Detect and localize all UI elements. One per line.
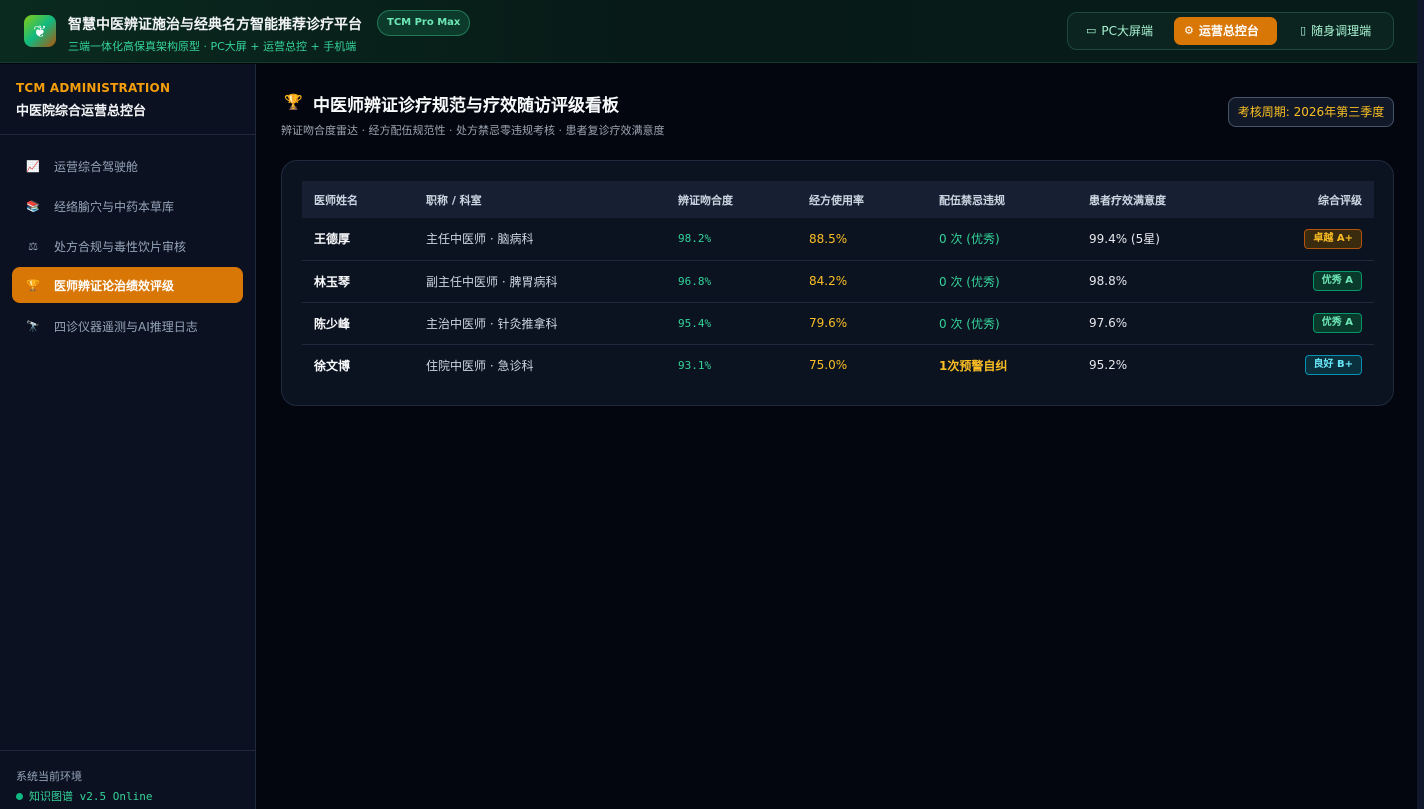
- sidebar-title: 中医院综合运营总控台: [16, 104, 147, 119]
- grade-cell: 卓越 A+: [1227, 218, 1374, 261]
- assessment-period-badge[interactable]: 考核周期: 2026年第三季度: [1228, 97, 1394, 127]
- column-header-satisfaction: 患者疗效满意度: [1089, 193, 1166, 207]
- violation-cell: 0 次 (优秀): [927, 302, 1077, 345]
- divider: [0, 750, 255, 751]
- mobile-icon: ▯: [1300, 24, 1307, 37]
- table-row[interactable]: 王德厚 主任中医师 · 脑病科 98.2% 88.5% 0 次 (优秀) 99.4% (5…: [302, 218, 1374, 261]
- satisfaction-cell: 97.6%: [1077, 302, 1227, 345]
- physician-rating-table: 医师姓名 职称 / 科室 辨证吻合度 经方使用率 配伍禁忌违规 患者疗效满意度 …: [302, 181, 1374, 386]
- trophy-icon: 🏆: [284, 93, 303, 111]
- physician-name-cell: 王德厚: [302, 218, 414, 261]
- column-header-match-rate: 辨证吻合度: [678, 193, 733, 207]
- top-bar: ❦ 智慧中医辨证施治与经典名方智能推荐诊疗平台 TCM Pro Max 三端一体…: [0, 0, 1417, 63]
- mode-label: PC大屏端: [1101, 24, 1154, 38]
- grade-badge: 良好 B+: [1304, 355, 1362, 376]
- online-status-dot-icon: [16, 792, 23, 800]
- violation-cell: 1次预警自纠: [939, 358, 1008, 373]
- sidebar-item-label: 四诊仪器遥测与AI推理日志: [54, 319, 198, 334]
- mode-pc-screen-button[interactable]: ▭ PC大屏端: [1076, 17, 1163, 45]
- column-header-grade: 综合评级: [1318, 193, 1362, 207]
- title-dept-cell: 住院中医师 · 急诊科: [426, 358, 534, 373]
- divider: [0, 134, 255, 135]
- app-title: 智慧中医辨证施治与经典名方智能推荐诊疗平台: [68, 17, 362, 33]
- physician-name-cell: 林玉琴: [302, 260, 414, 303]
- sidebar-item-label: 经络腧穴与中药本草库: [54, 199, 175, 214]
- table-header-row: 医师姓名 职称 / 科室 辨证吻合度 经方使用率 配伍禁忌违规 患者疗效满意度 …: [302, 181, 1374, 218]
- column-header-formula-usage: 经方使用率: [809, 193, 864, 207]
- sidebar-item-operations-cockpit[interactable]: 📈 运营综合驾驶舱: [12, 148, 243, 184]
- sidebar-item-telemetry-ai-log[interactable]: 🔭 四诊仪器遥测与AI推理日志: [12, 308, 243, 344]
- sidebar-item-physician-rating[interactable]: 🏆 医师辨证论治绩效评级: [12, 267, 243, 303]
- column-header-violations: 配伍禁忌违规: [939, 193, 1005, 207]
- mode-mobile-button[interactable]: ▯ 随身调理端: [1290, 17, 1381, 45]
- sidebar-item-meridian-herb-library[interactable]: 📚 经络腧穴与中药本草库: [12, 188, 243, 224]
- physician-name-cell: 徐文博: [314, 358, 351, 373]
- match-rate-cell: 93.1%: [678, 358, 712, 372]
- formula-usage-cell: 84.2%: [797, 260, 927, 303]
- title-dept-cell: 主任中医师 · 脑病科: [414, 218, 666, 261]
- satisfaction-cell: 99.4% (5星): [1077, 218, 1227, 261]
- grade-badge: 卓越 A+: [1304, 228, 1362, 249]
- column-header-title-dept: 职称 / 科室: [426, 193, 482, 207]
- column-header-name: 医师姓名: [314, 193, 358, 207]
- mode-switcher: ▭ PC大屏端 ⚙ 运营总控台 ▯ 随身调理端: [1067, 12, 1394, 50]
- scrollbar[interactable]: [1417, 0, 1424, 809]
- environment-label: 系统当前环境: [16, 770, 82, 783]
- sidebar-item-label: 医师辨证论治绩效评级: [54, 278, 175, 293]
- match-rate-cell: 98.2%: [666, 218, 797, 261]
- physician-name-cell: 陈少峰: [302, 302, 414, 345]
- telescope-icon: 🔭: [26, 319, 40, 333]
- mode-operations-console-button[interactable]: ⚙ 运营总控台: [1174, 17, 1277, 45]
- grade-badge: 优秀 A: [1312, 271, 1362, 291]
- sidebar-item-label: 运营综合驾驶舱: [54, 159, 139, 174]
- page-subtitle: 辨证吻合度雷达 · 经方配伍规范性 · 处方禁忌零违规考核 · 患者复诊疗效满意…: [281, 124, 665, 137]
- gear-icon: ⚙: [1184, 24, 1194, 37]
- grade-cell: 优秀 A: [1227, 302, 1374, 345]
- scales-icon: ⚖: [28, 239, 38, 253]
- environment-status: 知识图谱 v2.5 Online: [16, 788, 152, 804]
- rating-table-card: 医师姓名 职称 / 科室 辨证吻合度 经方使用率 配伍禁忌违规 患者疗效满意度 …: [281, 160, 1394, 406]
- sidebar-item-label: 处方合规与毒性饮片审核: [54, 239, 187, 254]
- environment-status-text: 知识图谱 v2.5 Online: [29, 790, 153, 803]
- mode-label: 随身调理端: [1311, 24, 1372, 38]
- table-row[interactable]: 陈少峰 主治中医师 · 针灸推拿科 95.4% 79.6% 0 次 (优秀) 97.6% 优…: [302, 302, 1374, 345]
- satisfaction-cell: 95.2%: [1089, 358, 1128, 373]
- monitor-icon: ▭: [1086, 24, 1097, 37]
- formula-usage-cell: 75.0%: [809, 358, 848, 373]
- match-rate-cell: 96.8%: [666, 260, 797, 303]
- match-rate-cell: 95.4%: [666, 302, 797, 345]
- title-dept-cell: 副主任中医师 · 脾胃病科: [414, 260, 666, 303]
- app-subtitle: 三端一体化高保真架构原型 · PC大屏 + 运营总控 + 手机端: [68, 40, 357, 53]
- violation-cell: 0 次 (优秀): [927, 218, 1077, 261]
- table-row[interactable]: 徐文博 住院中医师 · 急诊科 93.1% 75.0% 1次预警自纠 95.2% 良好 B+: [302, 344, 1374, 386]
- title-dept-cell: 主治中医师 · 针灸推拿科: [414, 302, 666, 345]
- chart-icon: 📈: [26, 159, 40, 173]
- sidebar-kicker: TCM ADMINISTRATION: [16, 81, 171, 95]
- grade-cell: 良好 B+: [1227, 344, 1374, 386]
- violation-cell: 0 次 (优秀): [927, 260, 1077, 303]
- grade-cell: 优秀 A: [1227, 260, 1374, 303]
- books-icon: 📚: [26, 199, 40, 213]
- herb-leaf-icon: ❦: [24, 15, 56, 47]
- formula-usage-cell: 79.6%: [797, 302, 927, 345]
- page-title: 中医师辨证诊疗规范与疗效随访评级看板: [313, 96, 619, 116]
- formula-usage-cell: 88.5%: [797, 218, 927, 261]
- table-row[interactable]: 林玉琴 副主任中医师 · 脾胃病科 96.8% 84.2% 0 次 (优秀) 98.8% 优…: [302, 260, 1374, 303]
- version-badge: TCM Pro Max: [377, 10, 471, 36]
- satisfaction-cell: 98.8%: [1077, 260, 1227, 303]
- sidebar: TCM ADMINISTRATION 中医院综合运营总控台 📈 运营综合驾驶舱 …: [0, 64, 256, 809]
- trophy-icon: 🏆: [26, 278, 40, 292]
- mode-label: 运营总控台: [1198, 24, 1259, 38]
- sidebar-item-prescription-compliance[interactable]: ⚖ 处方合规与毒性饮片审核: [12, 228, 243, 264]
- grade-badge: 优秀 A: [1312, 313, 1362, 333]
